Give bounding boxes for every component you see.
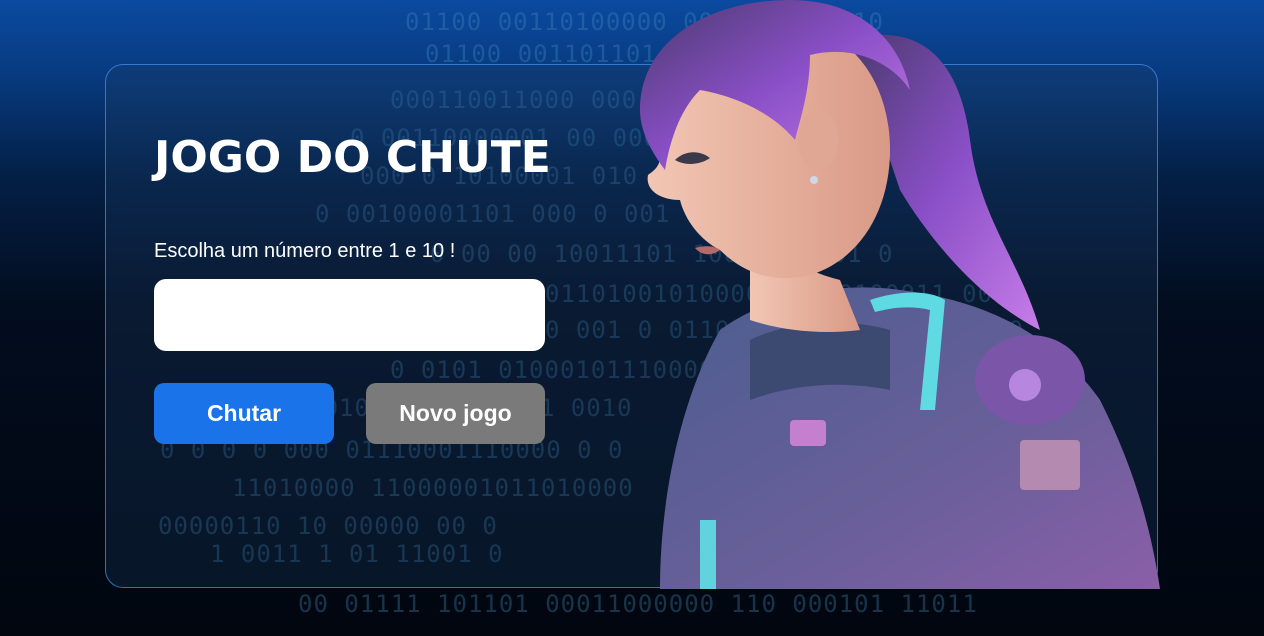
binary-text-line: 00 01111 101101 00011000000 110 000101 1… (298, 590, 978, 618)
new-game-button[interactable]: Novo jogo (366, 383, 545, 444)
ear-shape (798, 110, 838, 170)
suit-badge-shape (790, 420, 826, 446)
suit-flag-patch-shape (1020, 440, 1080, 490)
guess-number-input[interactable] (154, 279, 545, 351)
astronaut-girl-illustration (640, 0, 1160, 589)
shoulder-emblem-shape (1009, 369, 1041, 401)
guess-button[interactable]: Chutar (154, 383, 334, 444)
earring-shape (810, 176, 818, 184)
page-title: JOGO DO CHUTE (154, 132, 551, 183)
space-suit-shape (660, 287, 1160, 589)
suit-glow-strip (700, 520, 716, 589)
instruction-label: Escolha um número entre 1 e 10 ! (154, 240, 456, 262)
